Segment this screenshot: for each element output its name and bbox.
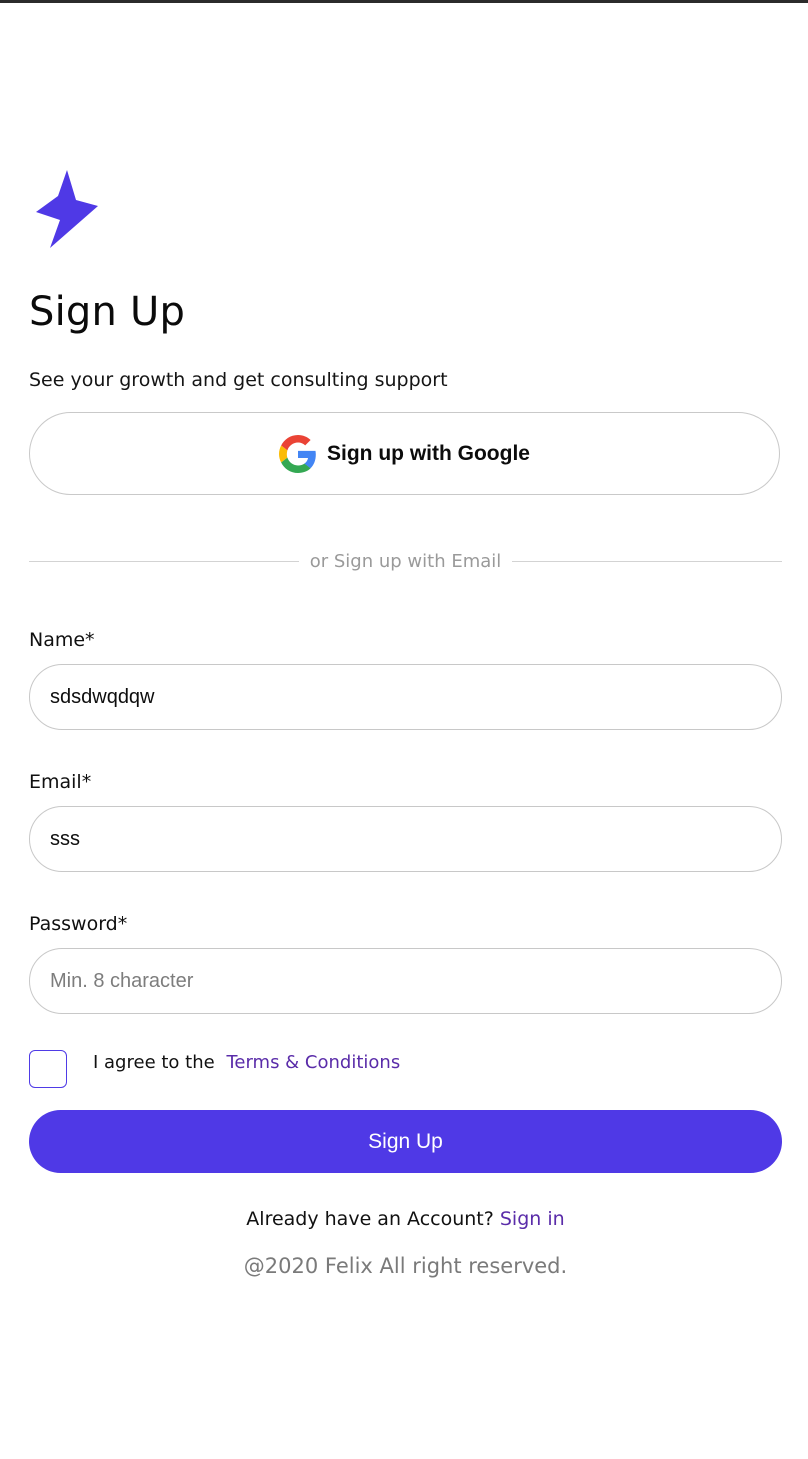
divider-line-right (512, 560, 782, 562)
page-title: Sign Up (29, 289, 186, 335)
email-input[interactable] (29, 806, 782, 872)
password-input[interactable] (29, 948, 782, 1014)
agree-text: I agree to the (93, 1052, 215, 1073)
signup-page: Sign Up See your growth and get consulti… (29, 0, 782, 1459)
email-label: Email* (29, 771, 92, 793)
signin-link[interactable]: Sign in (500, 1208, 565, 1230)
account-text: Already have an Account? (246, 1208, 494, 1230)
terms-checkbox[interactable] (29, 1050, 67, 1088)
page-subtitle: See your growth and get consulting suppo… (29, 369, 448, 391)
name-input[interactable] (29, 664, 782, 730)
google-signup-button[interactable]: Sign up with Google (29, 412, 780, 495)
account-prompt: Already have an Account? Sign in (29, 1208, 782, 1230)
signup-button[interactable]: Sign Up (29, 1110, 782, 1173)
name-label: Name* (29, 629, 95, 651)
divider-line-left (29, 560, 299, 562)
copyright-text: @2020 Felix All right reserved. (243, 1254, 568, 1278)
terms-agreement: I agree to the Terms & Conditions (93, 1052, 400, 1073)
password-label: Password* (29, 913, 128, 935)
google-icon (279, 434, 316, 473)
divider-text: or Sign up with Email (309, 550, 502, 572)
lightning-bolt-icon (36, 170, 98, 248)
email-divider: or Sign up with Email (29, 548, 782, 574)
google-signup-label: Sign up with Google (327, 441, 530, 465)
terms-link[interactable]: Terms & Conditions (226, 1052, 400, 1073)
